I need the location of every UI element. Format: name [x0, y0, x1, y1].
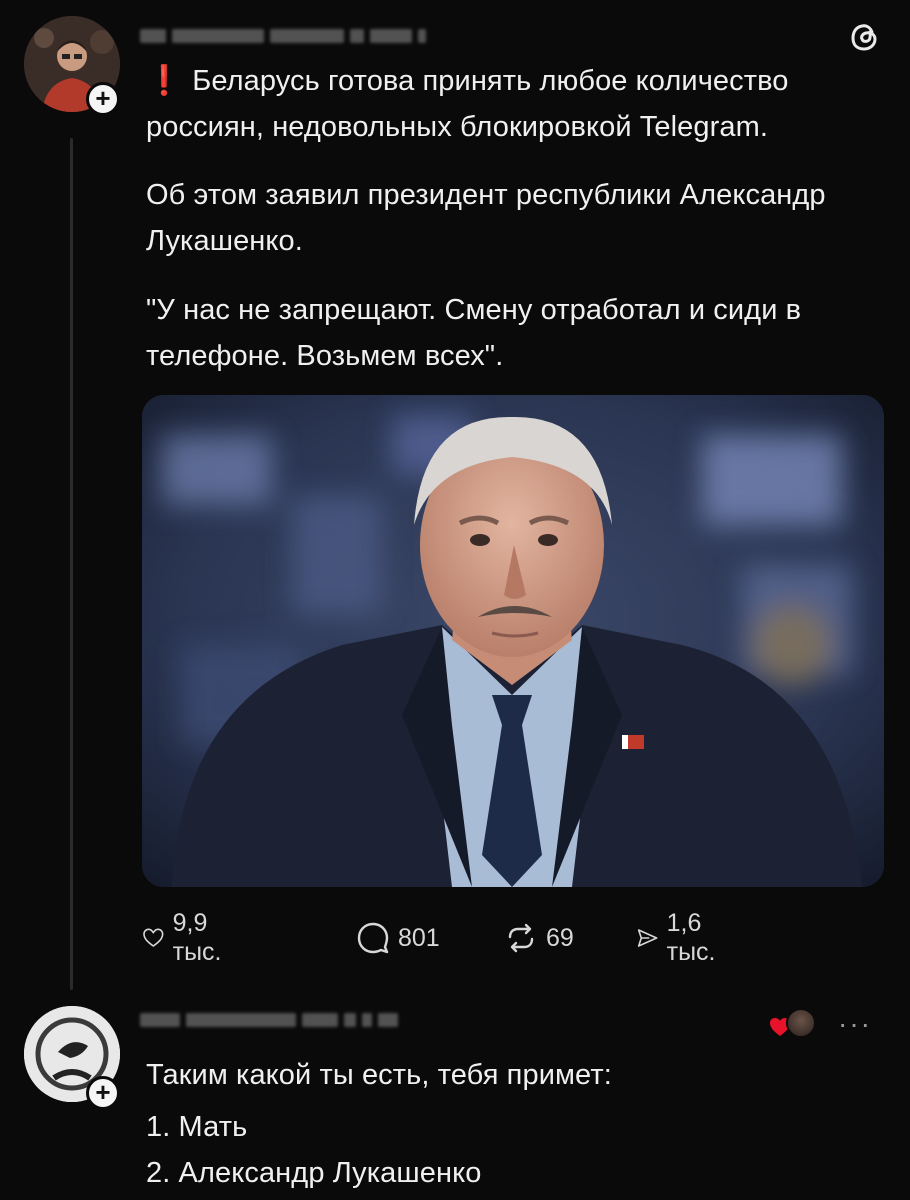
reply-reactions[interactable] — [768, 1006, 816, 1040]
threads-feed: + ❗ Беларусь готова принять любое количес… — [0, 0, 910, 1200]
comment-icon — [357, 922, 389, 954]
reply-count: 801 — [398, 923, 440, 952]
reply-username-redacted[interactable] — [140, 1012, 398, 1028]
thread-connector-line — [70, 138, 73, 990]
follow-plus-icon[interactable]: + — [86, 82, 120, 116]
post-paragraph-2: Об этом заявил президент республики Алек… — [146, 179, 826, 257]
like-button[interactable]: 9,9 тыс. — [142, 909, 233, 966]
reply-line1: Таким какой ты есть, тебя примет: — [146, 1059, 612, 1091]
share-count: 1,6 тыс. — [666, 909, 716, 966]
post-photo-image — [142, 395, 884, 887]
post-quote: "У нас не запрещают. Смену отработал и с… — [146, 294, 802, 372]
liker-avatar — [786, 1008, 816, 1038]
heart-icon — [143, 928, 164, 947]
repost-icon — [508, 923, 534, 953]
reply-follow-plus-icon[interactable]: + — [86, 1076, 120, 1110]
reply-line2: 1. Мать — [146, 1111, 248, 1143]
more-icon[interactable]: ··· — [838, 1008, 872, 1040]
post-text-line1: ❗ Беларусь готова принять любое количеств… — [146, 58, 890, 150]
post-headline: Беларусь готова принять любое количество… — [146, 65, 789, 143]
post-photo[interactable] — [142, 395, 884, 887]
repost-count: 69 — [546, 923, 574, 952]
reply-button[interactable]: 801 — [356, 918, 440, 958]
threads-logo-icon — [851, 24, 877, 51]
repost-button[interactable]: 69 — [504, 918, 574, 958]
send-icon — [637, 929, 658, 947]
alert-exclamation-icon: ❗ — [146, 65, 183, 97]
like-count: 9,9 тыс. — [172, 909, 222, 966]
author-username-redacted[interactable] — [140, 28, 426, 44]
share-button[interactable]: 1,6 тыс. — [636, 909, 727, 966]
reply-line3: 2. Александр Лукашенко — [146, 1157, 482, 1189]
